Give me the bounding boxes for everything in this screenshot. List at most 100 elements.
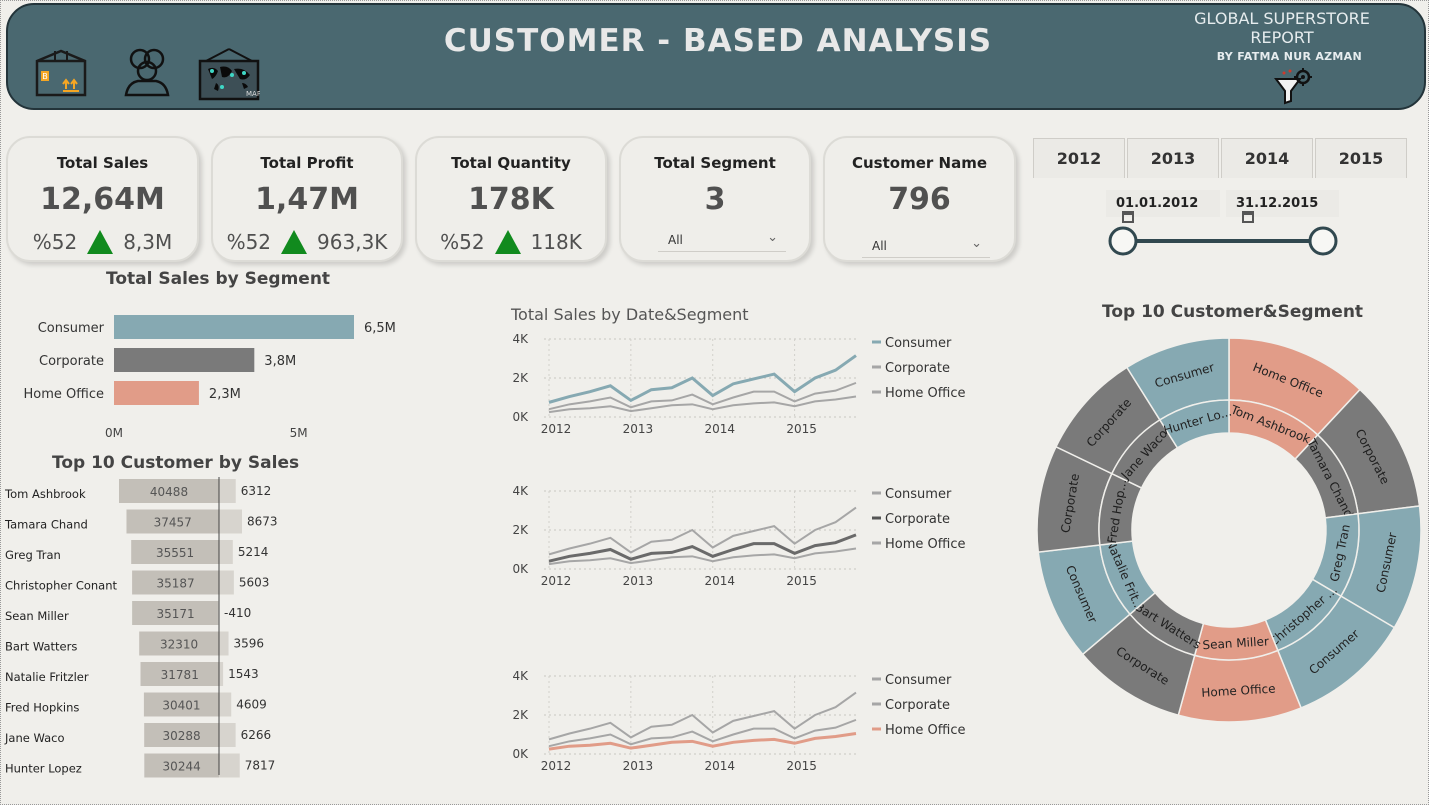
report-title-line2: REPORT (1250, 28, 1314, 47)
y-tick-label: 0K (512, 410, 529, 424)
legend-label: Consumer (885, 487, 952, 502)
x-tick-label: 5M (290, 426, 308, 440)
legend-label: Corporate (885, 361, 950, 376)
kpi-trend: %52 963,3K (213, 230, 401, 254)
segment-bar-value: 6,5M (364, 321, 396, 336)
sunburst-title: Top 10 Customer&Segment (1102, 302, 1364, 322)
kpi-value: 796 (888, 182, 951, 217)
customer-profit-bar (219, 753, 240, 778)
customer-sales-value: 32310 (160, 638, 198, 652)
legend-label: Home Office (885, 537, 965, 552)
up-arrow-icon (87, 230, 114, 254)
customer-profit-value: 4609 (236, 698, 267, 712)
kpi-label: Total Segment (654, 154, 776, 172)
customer-profit-value: 6266 (241, 728, 272, 742)
x-tick-label: 2012 (541, 574, 572, 588)
x-tick-label: 2014 (704, 759, 735, 773)
line-chart-home-office: 4K 2K 0K 2012 2013 2014 2015 Consumer Corporate H… (512, 669, 965, 773)
customer-filter-dropdown[interactable]: All ⌄ (862, 234, 990, 258)
customer-name: Hunter Lopez (5, 762, 82, 776)
legend-label: Corporate (885, 698, 950, 713)
calendar-icon (1122, 211, 1134, 223)
customer-profit-value: 6312 (241, 484, 272, 498)
customer-profit-bar (219, 723, 236, 747)
customer-sales-value: 35187 (156, 577, 194, 591)
x-tick-label: 2014 (704, 422, 735, 436)
customer-profit-value: 5603 (239, 576, 270, 590)
kpi-total-quantity: Total Quantity 178K %52 118K (415, 136, 607, 262)
customer-profit-bar (219, 479, 236, 503)
y-tick-label: 0K (512, 562, 529, 576)
y-tick-label: 4K (512, 332, 529, 346)
customer-profit-value: 8673 (247, 515, 278, 529)
tab-year-2013[interactable]: 2013 (1127, 138, 1219, 178)
customer-name: Tamara Chand (4, 518, 88, 532)
customer-profit-value: 3596 (234, 637, 265, 651)
legend-label: Home Office (885, 723, 965, 738)
customer-name: Jane Waco (4, 731, 65, 745)
up-arrow-icon (281, 230, 308, 254)
customer-sales-value: 30401 (162, 699, 200, 713)
filter-funnel-icon[interactable] (1274, 67, 1314, 105)
kpi-value: 178K (468, 182, 554, 217)
legend-label: Consumer (885, 673, 952, 688)
top10-customer-chart: Tom Ashbrook 40488 6312 Tamara Chand 37457 86… (4, 477, 278, 778)
customer-name: Bart Watters (5, 640, 77, 654)
start-date-field[interactable]: 01.01.2012 (1106, 190, 1220, 223)
customer-profit-bar (219, 570, 234, 595)
customer-sales-value: 35171 (156, 607, 194, 621)
kpi-percent: %52 (440, 230, 485, 254)
calendar-icon (1242, 211, 1254, 223)
segment-bar (114, 381, 199, 405)
kpi-percent: %52 (226, 230, 272, 254)
segment-filter-value: All (668, 233, 683, 247)
dashboard-canvas: B MAP CUSTOMER - BASED ANALYSIS GLOBAL S… (0, 0, 1429, 805)
start-date-value: 01.01.2012 (1116, 196, 1199, 211)
customer-profit-value: 1543 (228, 667, 259, 681)
y-tick-label: 2K (512, 708, 529, 722)
package-icon-label: B (42, 72, 48, 81)
kpi-trend: %52 8,3M (8, 230, 197, 254)
kpi-trend: %52 118K (417, 230, 605, 254)
customer-profit-bar (219, 662, 224, 686)
x-tick-label: 0M (105, 426, 123, 440)
segment-bar-label: Home Office (24, 387, 104, 402)
map-icon-caption: MAP (246, 90, 260, 98)
customer-profit-bar (219, 540, 233, 564)
chevron-down-icon: ⌄ (767, 230, 778, 245)
x-tick-label: 2013 (623, 759, 654, 773)
slider-start-handle[interactable] (1108, 226, 1138, 256)
segment-bar-value: 3,8M (264, 354, 296, 369)
kpi-delta: 8,3M (123, 230, 173, 254)
customer-sales-value: 37457 (154, 516, 192, 530)
legend-label: Corporate (885, 512, 950, 527)
x-tick-label: 2015 (786, 759, 817, 773)
customer-sales-value: 35551 (156, 546, 194, 560)
kpi-value: 1,47M (255, 182, 359, 217)
legend-label: Consumer (885, 336, 952, 351)
segment-filter-dropdown[interactable]: All ⌄ (658, 228, 786, 252)
customer-profit-bar (219, 509, 242, 534)
slider-end-handle[interactable] (1308, 226, 1338, 256)
customer-sales-value: 40488 (150, 485, 188, 499)
end-date-field[interactable]: 31.12.2015 (1226, 190, 1339, 223)
x-tick-label: 2012 (541, 759, 572, 773)
report-author: BY FATMA NUR AZMAN (1216, 50, 1362, 63)
segment-bar-label: Consumer (38, 321, 105, 336)
tab-year-2015[interactable]: 2015 (1315, 138, 1407, 178)
customer-name: Sean Miller (5, 609, 69, 623)
kpi-customer-name: Customer Name 796 All ⌄ (823, 136, 1016, 262)
customer-name: Fred Hopkins (5, 701, 79, 715)
tab-year-2014[interactable]: 2014 (1221, 138, 1313, 178)
date-range-slider[interactable] (1101, 223, 1346, 261)
y-tick-label: 4K (512, 484, 529, 498)
segment-chart-title: Total Sales by Segment (106, 269, 331, 289)
customer-profit-value: 5214 (238, 545, 269, 559)
tab-year-2012[interactable]: 2012 (1033, 138, 1125, 178)
sunburst-chart: Home OfficeTom AshbrookCorporateTamara C… (1037, 337, 1422, 723)
customer-sales-value: 31781 (161, 668, 199, 682)
legend-label: Home Office (885, 386, 965, 401)
line-chart-consumer: 4K 2K 0K 2012 2013 2014 2015 Consumer Corporate H… (512, 332, 965, 436)
x-tick-label: 2015 (786, 574, 817, 588)
header-banner: B MAP CUSTOMER - BASED ANALYSIS GLOBAL S… (6, 3, 1426, 110)
